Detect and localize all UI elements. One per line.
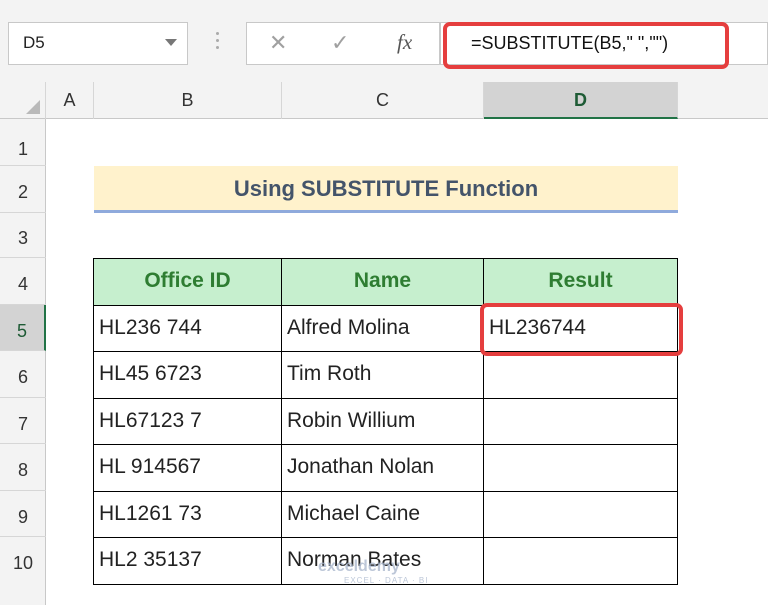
watermark-brand: exceldemy: [318, 558, 400, 575]
watermark-logo: exceldemy EXCEL · DATA · BI: [318, 558, 428, 585]
row-header-2[interactable]: 2: [0, 166, 46, 213]
row-header-5[interactable]: 5: [0, 305, 46, 351]
table-cell-name[interactable]: Robin Willium: [282, 399, 484, 445]
cancel-icon[interactable]: ✕: [269, 30, 287, 56]
drag-handle-icon[interactable]: [214, 28, 220, 58]
table-cell-office-id[interactable]: HL 914567: [94, 445, 282, 492]
table-cell-result[interactable]: [484, 352, 678, 399]
row-header-4[interactable]: 4: [0, 258, 46, 305]
select-all-button[interactable]: [0, 82, 46, 119]
table-cell-office-id[interactable]: HL45 6723: [94, 352, 282, 399]
table-cell-name[interactable]: Alfred Molina: [282, 306, 484, 352]
column-header-a[interactable]: A: [46, 82, 94, 119]
enter-check-icon[interactable]: ✓: [331, 30, 349, 56]
table-cell-office-id[interactable]: HL236 744: [94, 306, 282, 352]
column-header-c[interactable]: C: [282, 82, 484, 119]
name-box-value: D5: [23, 33, 45, 52]
name-box[interactable]: D5: [8, 22, 188, 65]
watermark-tagline: EXCEL · DATA · BI: [344, 576, 429, 585]
table-header-name[interactable]: Name: [282, 259, 484, 306]
table-cell-office-id[interactable]: HL2 35137: [94, 538, 282, 585]
table-cell-result[interactable]: [484, 445, 678, 492]
table-cell-name[interactable]: Michael Caine: [282, 492, 484, 538]
row-header-1[interactable]: 1: [0, 119, 46, 166]
table-cell-office-id[interactable]: HL1261 73: [94, 492, 282, 538]
table-cell-result[interactable]: [484, 538, 678, 585]
insert-function-icon[interactable]: fx: [397, 30, 412, 55]
table-cell-name[interactable]: Tim Roth: [282, 352, 484, 399]
table-header-result[interactable]: Result: [484, 259, 678, 306]
row-header-8[interactable]: 8: [0, 444, 46, 491]
row-header-6[interactable]: 6: [0, 351, 46, 398]
table-cell-result[interactable]: [484, 492, 678, 538]
table-cell-name[interactable]: Jonathan Nolan: [282, 445, 484, 492]
row-header-3[interactable]: 3: [0, 213, 46, 258]
table-header-office-id[interactable]: Office ID: [94, 259, 282, 306]
row-header-10[interactable]: 10: [0, 537, 46, 605]
formula-buttons: ✕ ✓ fx: [246, 22, 440, 65]
row-header-9[interactable]: 9: [0, 491, 46, 537]
table-cell-result[interactable]: [484, 399, 678, 445]
row-header-7[interactable]: 7: [0, 398, 46, 444]
formula-highlight-box: [443, 22, 729, 69]
chevron-down-icon[interactable]: [165, 39, 177, 46]
column-headers: A B C D: [0, 82, 768, 119]
sheet-title: Using SUBSTITUTE Function: [94, 166, 678, 213]
table-cell-office-id[interactable]: HL67123 7: [94, 399, 282, 445]
column-header-b[interactable]: B: [94, 82, 282, 119]
result-highlight-box: [480, 303, 683, 356]
column-header-d[interactable]: D: [484, 82, 678, 119]
row-headers: 1 2 3 4 5 6 7 8 9 10: [0, 119, 46, 605]
